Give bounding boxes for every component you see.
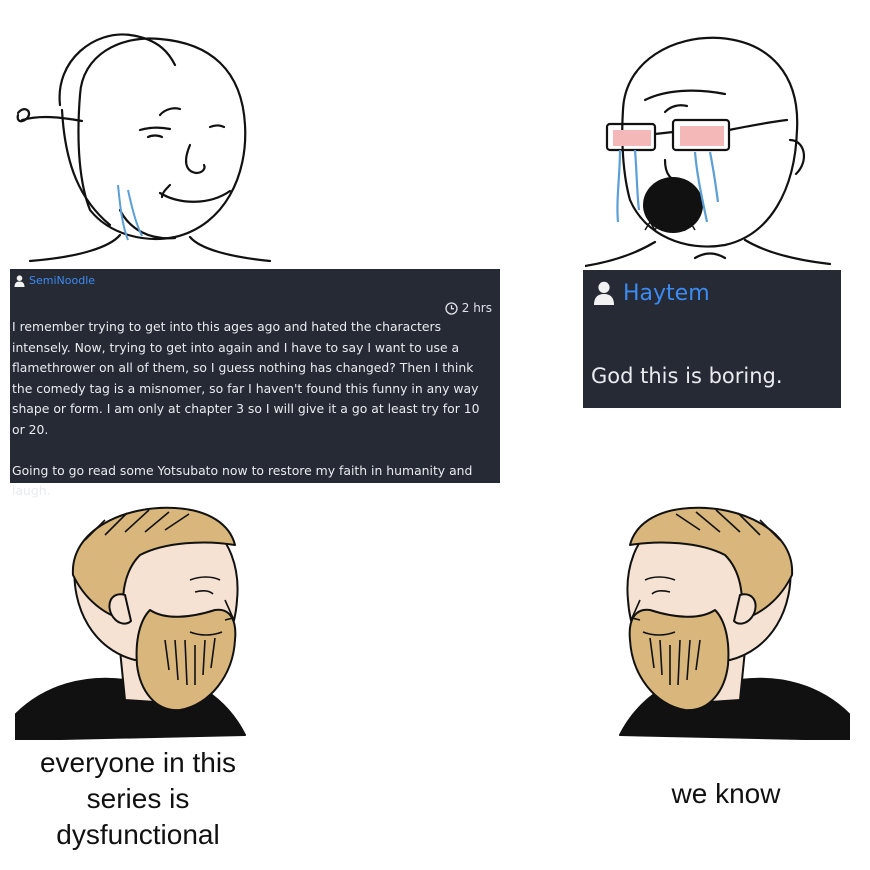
comment-user-row: Haytem — [593, 280, 710, 306]
username-link[interactable]: Haytem — [623, 281, 710, 306]
comment-body: God this is boring. — [591, 364, 783, 388]
caption-left: everyone in this series is dysfunctional — [39, 747, 237, 850]
screaming-wojak-drawing — [585, 36, 832, 268]
comment-card-right: Haytem God this is boring. — [583, 270, 841, 408]
username-link[interactable]: SemiNoodle — [29, 274, 95, 287]
crying-smiling-wojak-drawing — [16, 33, 272, 263]
comment-paragraph: I remember trying to get into this ages … — [12, 319, 480, 437]
comment-paragraph: Going to go read some Yotsubato now to r… — [12, 462, 473, 499]
comment-user-row: SemiNoodle — [14, 274, 95, 287]
user-icon — [14, 274, 25, 287]
comment-body: I remember trying to get into this ages … — [12, 317, 496, 502]
comment-card-left: SemiNoodle 2 hrs I remember trying to ge… — [10, 269, 500, 498]
bearded-chad-drawing-right — [619, 506, 850, 740]
user-icon — [593, 280, 615, 306]
timestamp-text: 2 hrs — [461, 301, 492, 315]
timestamp: 2 hrs — [445, 301, 492, 315]
clock-icon — [445, 301, 458, 315]
bearded-chad-drawing-left — [15, 506, 246, 740]
caption-right: we know — [671, 778, 781, 809]
